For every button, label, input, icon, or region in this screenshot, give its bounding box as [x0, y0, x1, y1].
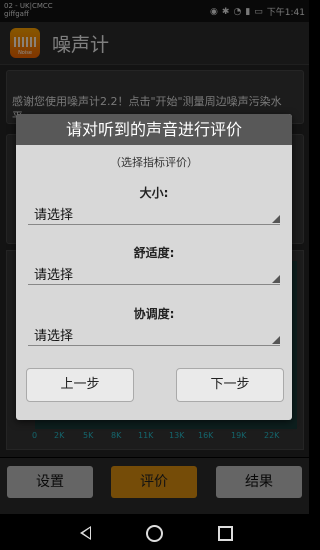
loudness-select-value: 请选择 [34, 208, 74, 223]
prev-step-button[interactable]: 上一步 [26, 368, 134, 402]
harmony-select-value: 请选择 [34, 329, 74, 344]
next-step-button[interactable]: 下一步 [176, 368, 284, 402]
dialog-title: 请对听到的声音进行评价 [16, 114, 292, 145]
dialog-hint: （选择指标评价） [110, 156, 198, 169]
comfort-label: 舒适度: [133, 246, 175, 260]
loudness-label: 大小: [139, 186, 169, 200]
back-icon[interactable] [80, 526, 91, 540]
dropdown-arrow-icon [272, 275, 280, 283]
harmony-select[interactable]: 请选择 [28, 323, 280, 346]
home-icon[interactable] [146, 525, 163, 542]
loudness-select[interactable]: 请选择 [28, 202, 280, 225]
recent-apps-icon[interactable] [218, 526, 233, 541]
comfort-select-value: 请选择 [34, 268, 74, 283]
system-nav-bar [0, 514, 309, 550]
dropdown-arrow-icon [272, 336, 280, 344]
comfort-select[interactable]: 请选择 [28, 262, 280, 285]
evaluation-dialog: 请对听到的声音进行评价 （选择指标评价） 大小: 请选择 舒适度: 请选择 协调… [16, 114, 292, 420]
harmony-label: 协调度: [133, 307, 175, 321]
dropdown-arrow-icon [272, 215, 280, 223]
